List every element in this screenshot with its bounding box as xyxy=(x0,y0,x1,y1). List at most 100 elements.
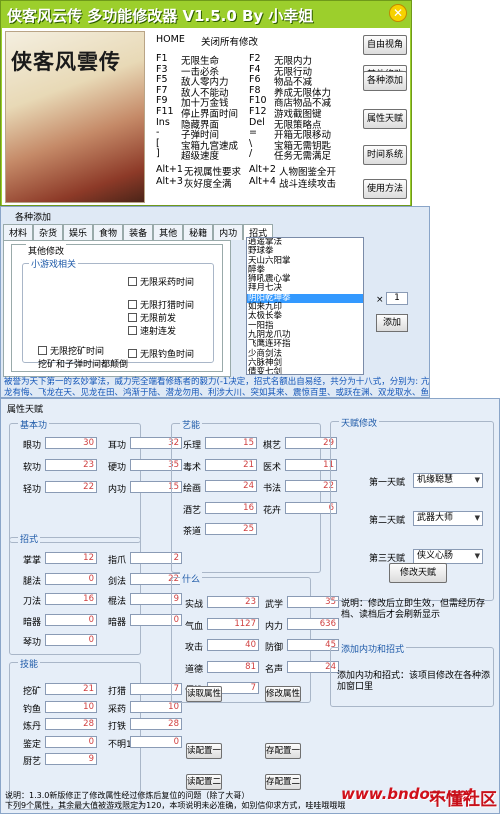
basic-value[interactable]: 23 xyxy=(45,459,97,471)
skills-label: 采药 xyxy=(108,704,127,715)
side-button[interactable]: 自由视角 xyxy=(363,35,407,55)
checkbox-fish-time[interactable]: 无限钓鱼时间 xyxy=(128,347,194,360)
arts-label: 医术 xyxy=(263,462,282,473)
hotkey-key: F12 xyxy=(249,106,267,117)
arts-value[interactable]: 21 xyxy=(205,458,257,471)
hotkey-key: F2 xyxy=(249,53,261,64)
arts-value[interactable]: 15 xyxy=(205,437,257,449)
side-button[interactable]: 属性天赋 xyxy=(363,109,407,129)
skills-value[interactable]: 10 xyxy=(45,700,97,713)
attr-button[interactable]: 读配置一 xyxy=(186,743,222,759)
side-button[interactable]: 各种添加 xyxy=(363,71,407,91)
move-list-item[interactable]: 倩变七剑 xyxy=(247,367,363,374)
tab-装备[interactable]: 装备 xyxy=(123,224,154,240)
checkbox-box[interactable] xyxy=(128,326,137,335)
misc-value[interactable]: 636 xyxy=(287,617,339,630)
moves-label: 腿法 xyxy=(23,576,42,587)
misc-value[interactable]: 81 xyxy=(207,660,259,673)
skills-value[interactable]: 9 xyxy=(45,753,97,765)
modify-talent-button[interactable]: 修改天赋 xyxy=(389,563,447,583)
attr-window-title: 属性天赋 xyxy=(7,405,44,415)
misc-label: 武学 xyxy=(265,600,284,610)
attr-button[interactable]: 存配置一 xyxy=(265,743,301,759)
hotkey-desc: 超级速度 xyxy=(181,151,220,163)
skills-value[interactable]: 0 xyxy=(45,735,97,748)
talent-dropdown[interactable]: 侠义心肠 ▼ xyxy=(413,549,483,564)
basic-label: 轻功 xyxy=(23,485,42,495)
tab-食物[interactable]: 食物 xyxy=(93,224,124,240)
hotkey-key: Del xyxy=(249,116,265,128)
arts-value[interactable]: 16 xyxy=(205,501,257,514)
skills-value[interactable]: 21 xyxy=(45,683,97,695)
attr-button[interactable]: 修改属性 xyxy=(265,686,301,702)
add-moves-note: 添加内功和招式：该项目修改在各种添加窗口里 xyxy=(337,671,491,692)
hotkey-key: = xyxy=(249,127,257,139)
misc-value[interactable]: 40 xyxy=(207,639,259,651)
other-mod-frame: 其他修改 小游戏相关 无限采药时间 无限打猎时间 无限前发 速射连发 无限挖矿时… xyxy=(11,244,223,372)
tab-娱乐[interactable]: 娱乐 xyxy=(63,224,94,240)
misc-label: 实战 xyxy=(185,600,204,610)
tab-内功[interactable]: 内功 xyxy=(213,224,244,240)
misc-value[interactable]: 1127 xyxy=(207,617,259,630)
mine-bullet-note: 挖矿和子弹时间都颠倒 xyxy=(38,360,129,370)
attr-button[interactable]: 读取属性 xyxy=(186,686,222,702)
checkbox-rapid-fire[interactable]: 速射连发 xyxy=(128,324,176,337)
checkbox-hunt-time[interactable]: 无限打猎时间 xyxy=(128,298,194,311)
moves-value[interactable]: 0 xyxy=(45,572,97,585)
basic-value[interactable]: 22 xyxy=(45,481,97,493)
arts-value[interactable]: 24 xyxy=(205,480,257,492)
arts-group-label: 艺能 xyxy=(180,418,203,431)
arts-label: 绘画 xyxy=(183,484,202,494)
close-button[interactable]: ✕ xyxy=(389,4,407,22)
checkbox-mine-time[interactable]: 无限挖矿时间 xyxy=(38,344,104,357)
hotkey-key: F11 xyxy=(156,106,174,117)
moves-label: 暗器 xyxy=(108,617,127,628)
hotkey-desc: 任务无需满足 xyxy=(274,151,332,163)
hotkey-key: ] xyxy=(156,148,160,160)
move-list[interactable]: 逍遥掌法 野球拳 天山六阳掌 醉拳 狮吼震心掌 拜月七决 阴阳乾坤拳 如来九印 太极长拳 一阳指九… xyxy=(246,237,364,375)
add-button[interactable]: 添加 xyxy=(376,314,408,332)
tab-秘籍[interactable]: 秘籍 xyxy=(183,224,214,240)
basic-label: 硬功 xyxy=(108,463,127,473)
moves-label: 暗器 xyxy=(23,617,42,628)
hotkey-key: \ xyxy=(249,137,253,149)
moves-value[interactable]: 12 xyxy=(45,552,97,564)
side-button[interactable]: 时间系统 xyxy=(363,145,407,165)
side-button[interactable]: 使用方法 xyxy=(363,179,407,199)
skills-label: 钓鱼 xyxy=(23,704,42,715)
checkbox-box[interactable] xyxy=(128,313,137,322)
other-mod-title: 其他修改 xyxy=(26,244,67,257)
talent-value: 武器大师 xyxy=(417,513,454,523)
hotkey-key: Alt+4 xyxy=(249,176,276,187)
hotkey-key: F8 xyxy=(249,84,261,96)
tab-其他[interactable]: 其他 xyxy=(153,224,184,240)
checkbox-unlimited-front[interactable]: 无限前发 xyxy=(128,311,176,324)
misc-value[interactable]: 23 xyxy=(207,596,259,608)
arts-value[interactable]: 25 xyxy=(205,523,257,535)
attributes-window: 属性天赋 基本功 眼功 30 耳功 32 软功 23 硬功 35 轻功 22 内功 15 招式 掌掌 12 指爪… xyxy=(0,398,500,814)
checkbox-box[interactable] xyxy=(38,346,47,355)
hotkey-desc: 灰好度全满 xyxy=(184,179,232,190)
attr-button[interactable]: 存配置二 xyxy=(265,774,301,790)
qty-input[interactable]: 1 xyxy=(386,292,408,305)
attr-button[interactable]: 读配置二 xyxy=(186,774,222,790)
checkbox-box[interactable] xyxy=(128,349,137,358)
checkbox-herb-time[interactable]: 无限采药时间 xyxy=(128,275,194,288)
basic-value[interactable]: 30 xyxy=(45,437,97,449)
checkbox-box[interactable] xyxy=(128,277,137,286)
tab-材料[interactable]: 材料 xyxy=(3,224,34,240)
moves-label: 棍法 xyxy=(108,597,127,607)
moves-label: 掌掌 xyxy=(23,556,42,566)
talent-dropdown[interactable]: 武器大师 ▼ xyxy=(413,511,483,526)
misc-group-label: 什么 xyxy=(180,572,203,585)
moves-value[interactable]: 16 xyxy=(45,593,97,605)
moves-value[interactable]: 0 xyxy=(45,613,97,626)
skills-value[interactable]: 28 xyxy=(130,718,182,730)
moves-value[interactable]: 0 xyxy=(45,634,97,646)
skills-value[interactable]: 0 xyxy=(130,735,182,748)
watermark-brand: 不懂社区 xyxy=(429,790,497,810)
talent-dropdown[interactable]: 机缘聪慧 ▼ xyxy=(413,473,483,488)
skills-value[interactable]: 28 xyxy=(45,718,97,730)
checkbox-box[interactable] xyxy=(128,300,137,309)
tab-杂货[interactable]: 杂货 xyxy=(33,224,64,240)
